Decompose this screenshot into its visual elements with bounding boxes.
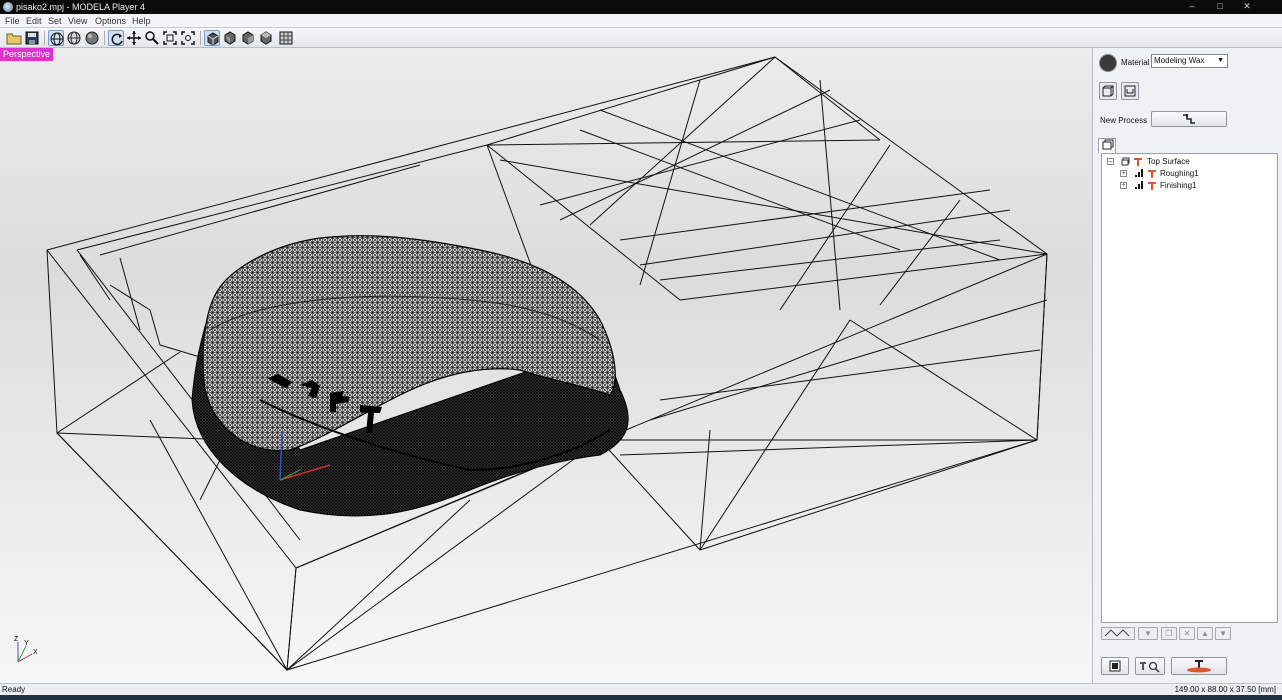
stock-box-button[interactable]	[1099, 82, 1117, 100]
move-down-icon[interactable]: ▼	[1215, 627, 1231, 640]
view-right-icon[interactable]	[240, 30, 256, 46]
stock-dimensions: 149.00 x 88.00 x 37.50 [mm]	[1174, 685, 1276, 694]
material-compass-icon[interactable]	[1099, 54, 1117, 72]
preview-toolpath-button[interactable]	[1101, 627, 1135, 640]
expand-icon[interactable]: +	[1120, 182, 1127, 189]
delete-icon[interactable]: ✕	[1179, 627, 1195, 640]
rotate-icon[interactable]	[108, 30, 124, 46]
menu-bar: File Edit Set View Options Help	[0, 14, 1282, 28]
surface-icon	[1120, 157, 1130, 170]
preview-search-icon	[1140, 661, 1160, 673]
menu-view[interactable]: View	[68, 16, 87, 26]
minimize-button[interactable]: –	[1183, 1, 1201, 12]
material-label: Material	[1121, 58, 1150, 67]
copy-icon[interactable]: ❐	[1161, 627, 1177, 640]
window-title: pisako2.mpj - MODELA Player 4	[16, 2, 146, 12]
shaded-sphere-icon[interactable]	[84, 30, 100, 46]
surface-globe-icon[interactable]	[66, 30, 82, 46]
view-top-icon[interactable]	[258, 30, 274, 46]
wireframe-globe-icon[interactable]	[48, 30, 64, 46]
app-icon	[3, 2, 13, 12]
stop-icon	[1109, 660, 1121, 672]
stop-cutting-button[interactable]	[1101, 657, 1129, 675]
cutting-tool-icon	[1147, 181, 1157, 194]
toolpath-preview-icon	[1104, 629, 1130, 637]
signal-bars-icon	[1135, 169, 1143, 181]
viewport-3d[interactable]: Perspective Z Y X	[0, 48, 1092, 683]
menu-help[interactable]: Help	[132, 16, 151, 26]
new-process-label: New Process	[1100, 116, 1148, 125]
title-bar: pisako2.mpj - MODELA Player 4 – □ ✕	[0, 0, 1282, 14]
tool-path-icon	[1183, 114, 1195, 124]
start-cutting-button[interactable]	[1171, 657, 1227, 675]
view-grid-icon[interactable]	[278, 30, 294, 46]
new-process-button[interactable]	[1151, 111, 1227, 127]
menu-edit[interactable]: Edit	[26, 16, 42, 26]
expand-icon[interactable]: +	[1120, 170, 1127, 177]
pan-icon[interactable]	[126, 30, 142, 46]
maximize-button[interactable]: □	[1211, 1, 1229, 12]
model-surface-button[interactable]	[1121, 82, 1139, 100]
status-bar: Ready 149.00 x 88.00 x 37.50 [mm]	[0, 683, 1282, 695]
zoom-window-icon[interactable]	[180, 30, 196, 46]
tool-settings-button[interactable]: ▼	[1138, 627, 1158, 640]
zoom-icon[interactable]	[144, 30, 160, 46]
axis-z-label: Z	[14, 636, 19, 643]
perspective-view-label: Perspective	[0, 48, 54, 61]
menu-file[interactable]: File	[5, 16, 20, 26]
cutting-output-icon	[1187, 660, 1211, 673]
simulation-preview-button[interactable]	[1135, 657, 1165, 675]
axis-x-label: X	[33, 649, 38, 656]
menu-options[interactable]: Options	[95, 16, 126, 26]
open-folder-icon[interactable]	[6, 30, 22, 46]
material-select[interactable]: Modeling Wax ▼	[1151, 54, 1228, 68]
chevron-down-icon: ▼	[1217, 57, 1224, 64]
axis-indicator: Z Y X	[6, 632, 46, 672]
view-perspective-icon[interactable]	[204, 30, 220, 46]
os-taskbar	[0, 695, 1282, 700]
close-button[interactable]: ✕	[1238, 1, 1256, 12]
signal-bars-icon	[1135, 181, 1143, 193]
process-tree: – Top Surface + Roughing1 + Finishing1	[1101, 153, 1278, 623]
collapse-icon[interactable]: –	[1107, 158, 1114, 165]
process-tree-tab[interactable]	[1098, 138, 1116, 153]
toolbar	[0, 28, 1282, 48]
save-icon[interactable]	[24, 30, 40, 46]
process-panel: Material Modeling Wax ▼ New Process – To…	[1092, 48, 1282, 683]
wireframe-scene	[46, 56, 1048, 671]
zoom-extents-icon[interactable]	[162, 30, 178, 46]
move-up-icon[interactable]: ▲	[1197, 627, 1213, 640]
view-front-icon[interactable]	[222, 30, 238, 46]
menu-set[interactable]: Set	[48, 16, 62, 26]
status-text: Ready	[2, 685, 26, 694]
axis-y-label: Y	[24, 640, 29, 647]
